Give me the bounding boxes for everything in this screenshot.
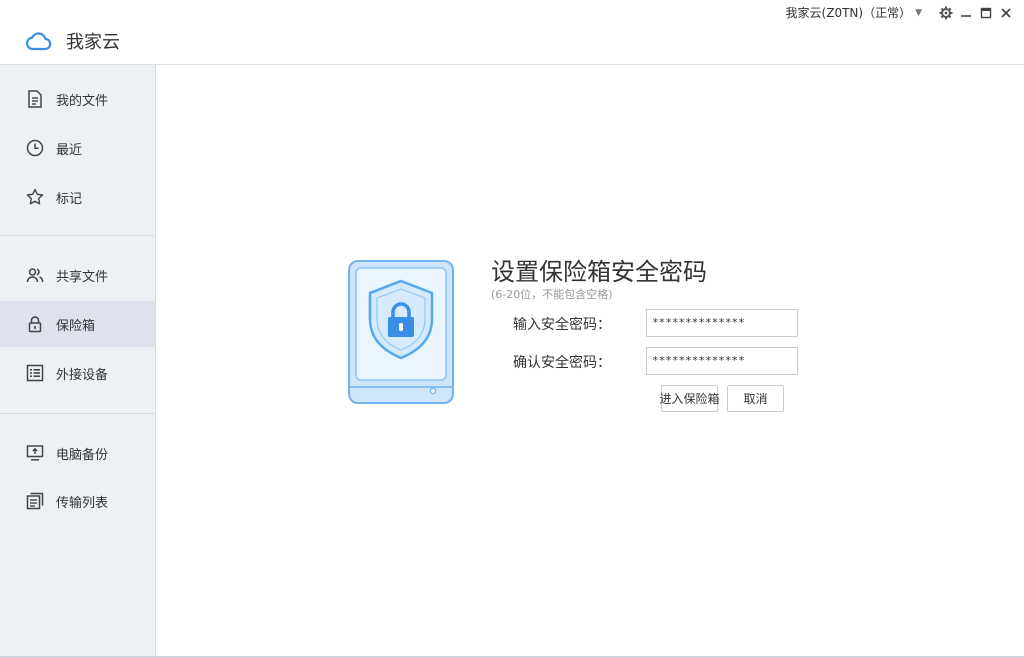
- sidebar-divider: [0, 413, 155, 414]
- sidebar-item-label: 保险箱: [56, 318, 96, 334]
- window-controls: 我家云(Z0TN)（正常） ▼: [786, 4, 1014, 21]
- vault-drive-illustration: [348, 260, 454, 404]
- confirm-password-field[interactable]: **************: [646, 347, 798, 375]
- maximize-icon[interactable]: [978, 5, 994, 21]
- sidebar-item-label: 电脑备份: [56, 447, 109, 463]
- sidebar-item-transfer-list[interactable]: 传输列表: [0, 478, 155, 524]
- brand: 我家云: [24, 28, 120, 54]
- sidebar-item-label: 标记: [56, 191, 83, 207]
- close-icon[interactable]: [998, 5, 1014, 21]
- sidebar-item-recent[interactable]: 最近: [0, 125, 155, 171]
- gear-icon[interactable]: [938, 5, 954, 21]
- cancel-button[interactable]: 取消: [727, 385, 784, 412]
- account-status[interactable]: 我家云(Z0TN)（正常）: [786, 4, 912, 21]
- transfer-list-icon: [26, 492, 44, 510]
- lock-icon: [26, 315, 44, 333]
- sidebar-item-label: 外接设备: [56, 367, 109, 383]
- sidebar-item-label: 传输列表: [56, 495, 109, 511]
- sidebar-item-label: 我的文件: [56, 93, 109, 109]
- sidebar-item-shared[interactable]: 共享文件: [0, 252, 155, 298]
- enter-vault-button[interactable]: 进入保险箱: [660, 385, 720, 412]
- sidebar-item-my-files[interactable]: 我的文件: [0, 76, 155, 122]
- sidebar-item-vault[interactable]: 保险箱: [0, 301, 155, 347]
- monitor-upload-icon: [26, 444, 44, 462]
- sidebar: 我的文件 最近 标记 共享文件 保险箱 外接设备 电脑备份 传输列表: [0, 65, 156, 658]
- star-icon: [26, 188, 44, 206]
- device-list-icon: [26, 364, 44, 382]
- sidebar-item-starred[interactable]: 标记: [0, 174, 155, 220]
- file-icon: [26, 90, 44, 108]
- users-icon: [26, 266, 44, 284]
- sidebar-item-label: 共享文件: [56, 269, 109, 285]
- password-label: 输入安全密码：: [513, 317, 611, 333]
- sidebar-item-external-devices[interactable]: 外接设备: [0, 350, 155, 396]
- minimize-icon[interactable]: [958, 5, 974, 21]
- sidebar-divider: [0, 235, 155, 236]
- sidebar-item-label: 最近: [56, 142, 83, 158]
- password-hint: (6-20位，不能包含空格): [491, 288, 613, 301]
- password-field[interactable]: **************: [646, 309, 798, 337]
- confirm-password-label: 确认安全密码：: [513, 355, 611, 371]
- app-name: 我家云: [66, 32, 120, 53]
- clock-icon: [26, 139, 44, 157]
- account-dropdown-icon[interactable]: ▼: [915, 8, 922, 18]
- vault-title: 设置保险箱安全密码: [491, 258, 707, 286]
- app-header: 我家云 我家云(Z0TN)（正常） ▼: [0, 0, 1024, 65]
- sidebar-item-pc-backup[interactable]: 电脑备份: [0, 430, 155, 476]
- cloud-logo-icon: [26, 32, 52, 51]
